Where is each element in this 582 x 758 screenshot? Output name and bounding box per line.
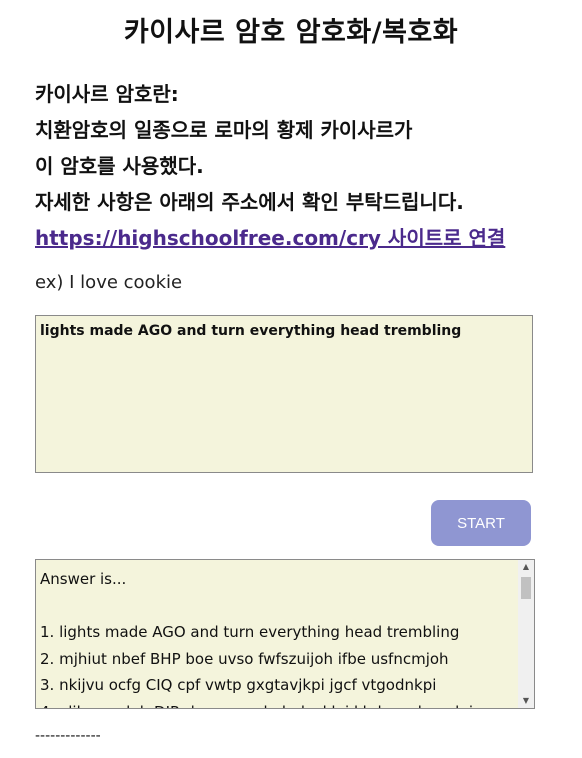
intro-line: 카이사르 암호란: [35, 82, 179, 106]
page-title: 카이사르 암호 암호화/복호화 [123, 17, 459, 48]
start-button[interactable]: START [431, 500, 531, 546]
result-line: Answer is... [40, 570, 127, 588]
intro-line: 이 암호를 사용했다. [35, 154, 204, 178]
site-link[interactable]: https://highschoolfree.com/cry 사이트로 연결 [35, 226, 505, 250]
example-text: ex) I love cookie [35, 272, 183, 293]
result-text: Answer is... 1. lights made AGO and turn… [40, 566, 516, 709]
result-output-box[interactable]: Answer is... 1. lights made AGO and turn… [35, 559, 535, 709]
result-line [40, 593, 516, 620]
divider-text: ------------- [35, 728, 101, 744]
intro-line: 자세한 사항은 아래의 주소에서 확인 부탁드립니다. [35, 190, 464, 214]
plaintext-input[interactable] [35, 315, 533, 473]
scroll-down-arrow-icon[interactable]: ▼ [518, 694, 534, 708]
result-line: 1. lights made AGO and turn everything h… [40, 623, 460, 641]
scroll-up-arrow-icon[interactable]: ▲ [518, 560, 534, 574]
result-line: 4. oljkwv pdgh DJR dqg wxuq hyhubwklqj k… [40, 699, 516, 709]
intro-line: 치환암호의 일종으로 로마의 황제 카이사르가 [35, 118, 413, 142]
vertical-scrollbar[interactable]: ▲ ▼ [518, 560, 534, 708]
result-line: 3. nkijvu ocfg CIQ cpf vwtp gxgtavjkpi j… [40, 676, 437, 694]
scrollbar-thumb[interactable] [521, 577, 531, 599]
result-line: 2. mjhiut nbef BHP boe uvso fwfszuijoh i… [40, 649, 449, 668]
intro-section: 카이사르 암호란: 치환암호의 일종으로 로마의 황제 카이사르가 이 암호를 … [35, 76, 555, 256]
